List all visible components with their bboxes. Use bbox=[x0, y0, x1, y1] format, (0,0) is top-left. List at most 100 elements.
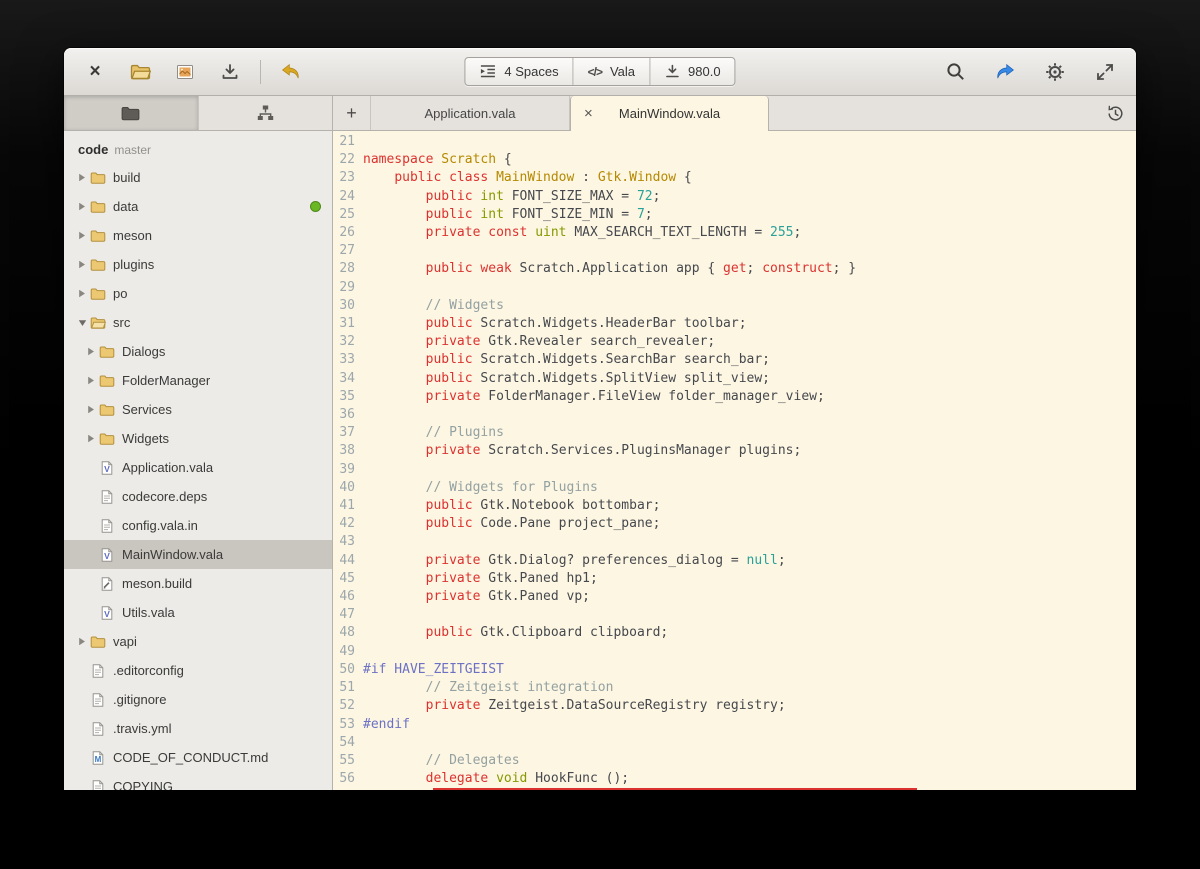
line-number[interactable]: 42 bbox=[333, 515, 363, 533]
indentation-button[interactable]: 4 Spaces bbox=[465, 58, 572, 85]
code-line[interactable]: 48 public Gtk.Clipboard clipboard; bbox=[333, 624, 1136, 642]
code-line[interactable]: 22 namespace Scratch { bbox=[333, 151, 1136, 169]
line-number[interactable]: 43 bbox=[333, 533, 363, 551]
disclosure-collapsed-icon[interactable] bbox=[74, 637, 90, 646]
language-button[interactable]: </> Vala bbox=[572, 58, 649, 85]
undo-button[interactable] bbox=[276, 57, 306, 87]
line-number[interactable]: 41 bbox=[333, 497, 363, 515]
code-line[interactable]: 29 bbox=[333, 279, 1136, 297]
tree-item-utils-vala[interactable]: V Utils.vala bbox=[64, 598, 332, 627]
fullscreen-button[interactable] bbox=[1090, 57, 1120, 87]
code-line[interactable]: 47 bbox=[333, 606, 1136, 624]
disclosure-expanded-icon[interactable] bbox=[74, 319, 90, 327]
code-line[interactable]: 45 private Gtk.Paned hp1; bbox=[333, 570, 1136, 588]
line-number[interactable]: 34 bbox=[333, 370, 363, 388]
tree-item-travis-yml[interactable]: .travis.yml bbox=[64, 714, 332, 743]
code-line[interactable]: 50 #if HAVE_ZEITGEIST bbox=[333, 661, 1136, 679]
disclosure-collapsed-icon[interactable] bbox=[74, 260, 90, 269]
tab-application-vala[interactable]: Application.vala bbox=[371, 96, 570, 130]
tree-item-foldermanager[interactable]: FolderManager bbox=[64, 366, 332, 395]
line-number[interactable]: 47 bbox=[333, 606, 363, 624]
tree-item-dialogs[interactable]: Dialogs bbox=[64, 337, 332, 366]
code-line[interactable]: 37 // Plugins bbox=[333, 424, 1136, 442]
tree-item-code-of-conduct-md[interactable]: M CODE_OF_CONDUCT.md bbox=[64, 743, 332, 772]
line-number[interactable]: 28 bbox=[333, 260, 363, 278]
disclosure-collapsed-icon[interactable] bbox=[83, 434, 99, 443]
line-number[interactable]: 54 bbox=[333, 734, 363, 752]
code-line[interactable]: 52 private Zeitgeist.DataSourceRegistry … bbox=[333, 697, 1136, 715]
history-button[interactable] bbox=[1094, 96, 1136, 130]
code-line[interactable]: 21 bbox=[333, 133, 1136, 151]
line-number[interactable]: 37 bbox=[333, 424, 363, 442]
code-line[interactable]: 41 public Gtk.Notebook bottombar; bbox=[333, 497, 1136, 515]
line-number[interactable]: 25 bbox=[333, 206, 363, 224]
tree-item-services[interactable]: Services bbox=[64, 395, 332, 424]
line-number[interactable]: 52 bbox=[333, 697, 363, 715]
code-line[interactable]: 23 public class MainWindow : Gtk.Window … bbox=[333, 169, 1136, 187]
line-number[interactable]: 50 bbox=[333, 661, 363, 679]
line-number[interactable]: 32 bbox=[333, 333, 363, 351]
line-number[interactable]: 51 bbox=[333, 679, 363, 697]
line-number[interactable]: 39 bbox=[333, 461, 363, 479]
share-button[interactable] bbox=[990, 57, 1020, 87]
line-number[interactable]: 26 bbox=[333, 224, 363, 242]
disclosure-collapsed-icon[interactable] bbox=[83, 405, 99, 414]
line-number[interactable]: 23 bbox=[333, 169, 363, 187]
tree-item-mainwindow-vala[interactable]: V MainWindow.vala bbox=[64, 540, 332, 569]
outline-view-button[interactable] bbox=[199, 96, 333, 130]
line-number[interactable]: 35 bbox=[333, 388, 363, 406]
line-number[interactable]: 46 bbox=[333, 588, 363, 606]
code-line[interactable]: 44 private Gtk.Dialog? preferences_dialo… bbox=[333, 552, 1136, 570]
code-line[interactable]: 33 public Scratch.Widgets.SearchBar sear… bbox=[333, 351, 1136, 369]
tree-item-data[interactable]: data bbox=[64, 192, 332, 221]
line-number[interactable]: 45 bbox=[333, 570, 363, 588]
code-line[interactable]: 35 private FolderManager.FileView folder… bbox=[333, 388, 1136, 406]
settings-button[interactable] bbox=[1040, 57, 1070, 87]
new-tab-button[interactable]: + bbox=[333, 96, 371, 130]
line-number[interactable]: 38 bbox=[333, 442, 363, 460]
tree-item-config-vala-in[interactable]: config.vala.in bbox=[64, 511, 332, 540]
line-number[interactable]: 22 bbox=[333, 151, 363, 169]
tree-item-plugins[interactable]: plugins bbox=[64, 250, 332, 279]
tree-item-copying[interactable]: COPYING bbox=[64, 772, 332, 790]
code-line[interactable]: 40 // Widgets for Plugins bbox=[333, 479, 1136, 497]
code-line[interactable]: 43 bbox=[333, 533, 1136, 551]
code-line[interactable]: 46 private Gtk.Paned vp; bbox=[333, 588, 1136, 606]
disclosure-collapsed-icon[interactable] bbox=[74, 231, 90, 240]
disclosure-collapsed-icon[interactable] bbox=[74, 289, 90, 298]
code-line[interactable]: 51 // Zeitgeist integration bbox=[333, 679, 1136, 697]
tree-item-editorconfig[interactable]: .editorconfig bbox=[64, 656, 332, 685]
line-number[interactable]: 36 bbox=[333, 406, 363, 424]
tree-item-gitignore[interactable]: .gitignore bbox=[64, 685, 332, 714]
tree-item-widgets[interactable]: Widgets bbox=[64, 424, 332, 453]
tree-item-codecore-deps[interactable]: codecore.deps bbox=[64, 482, 332, 511]
line-number[interactable]: 27 bbox=[333, 242, 363, 260]
code-line[interactable]: 53 #endif bbox=[333, 716, 1136, 734]
line-number[interactable]: 24 bbox=[333, 188, 363, 206]
tree-item-vapi[interactable]: vapi bbox=[64, 627, 332, 656]
tree-item-application-vala[interactable]: V Application.vala bbox=[64, 453, 332, 482]
line-number[interactable]: 56 bbox=[333, 770, 363, 788]
code-line[interactable]: 25 public int FONT_SIZE_MIN = 7; bbox=[333, 206, 1136, 224]
save-button[interactable] bbox=[215, 57, 245, 87]
line-number[interactable]: 44 bbox=[333, 552, 363, 570]
code-line[interactable]: 32 private Gtk.Revealer search_revealer; bbox=[333, 333, 1136, 351]
project-header[interactable]: code master bbox=[64, 136, 332, 163]
code-line[interactable]: 26 private const uint MAX_SEARCH_TEXT_LE… bbox=[333, 224, 1136, 242]
open-file-button[interactable] bbox=[125, 57, 155, 87]
templates-button[interactable] bbox=[170, 57, 200, 87]
code-line[interactable]: 28 public weak Scratch.Application app {… bbox=[333, 260, 1136, 278]
disclosure-collapsed-icon[interactable] bbox=[74, 173, 90, 182]
line-number[interactable]: 55 bbox=[333, 752, 363, 770]
code-line[interactable]: 34 public Scratch.Widgets.SplitView spli… bbox=[333, 370, 1136, 388]
line-number[interactable]: 21 bbox=[333, 133, 363, 151]
code-line[interactable]: 42 public Code.Pane project_pane; bbox=[333, 515, 1136, 533]
code-line[interactable]: 36 bbox=[333, 406, 1136, 424]
line-number[interactable]: 49 bbox=[333, 643, 363, 661]
tree-item-meson-build[interactable]: meson.build bbox=[64, 569, 332, 598]
tab-mainwindow-vala[interactable]: × MainWindow.vala bbox=[570, 96, 769, 131]
tab-close-icon[interactable]: × bbox=[584, 106, 593, 121]
line-number[interactable]: 40 bbox=[333, 479, 363, 497]
close-window-button[interactable]: × bbox=[80, 57, 110, 87]
tree-item-meson[interactable]: meson bbox=[64, 221, 332, 250]
